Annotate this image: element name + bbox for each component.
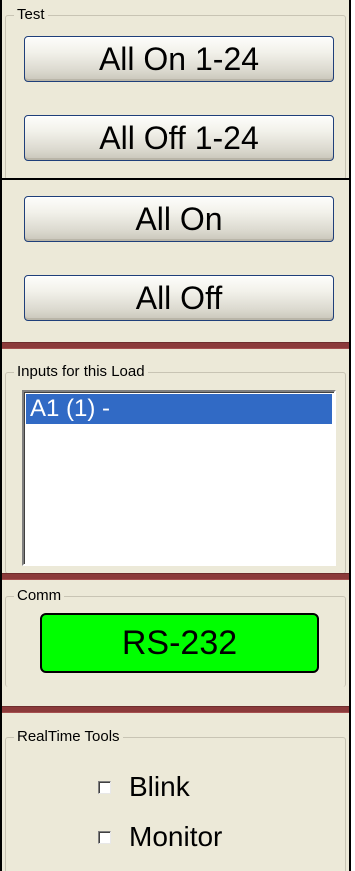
monitor-label: Monitor — [129, 821, 223, 852]
all-off-button[interactable]: All Off — [24, 275, 334, 321]
comm-group-legend: Comm — [14, 588, 65, 604]
section-divider — [2, 178, 349, 180]
control-panel: Test All On 1-24 All Off 1-24 All On All… — [0, 0, 351, 871]
monitor-checkbox-box[interactable] — [98, 830, 111, 844]
comm-status-button[interactable]: RS-232 — [40, 613, 319, 673]
test-group-legend: Test — [14, 7, 48, 23]
list-item-selected[interactable]: A1 (1) - — [26, 394, 332, 424]
blink-checkbox[interactable]: Blink — [98, 771, 190, 802]
section-separator — [2, 342, 349, 349]
all-off-1-24-button[interactable]: All Off 1-24 — [24, 115, 334, 161]
section-separator — [2, 573, 349, 580]
inputs-listbox[interactable]: A1 (1) - — [22, 390, 336, 566]
monitor-checkbox[interactable]: Monitor — [98, 821, 223, 852]
blink-label: Blink — [129, 771, 190, 802]
all-on-1-24-button[interactable]: All On 1-24 — [24, 36, 334, 82]
blink-checkbox-box[interactable] — [98, 780, 111, 794]
inputs-group-legend: Inputs for this Load — [14, 364, 148, 380]
realtime-tools-legend: RealTime Tools — [14, 729, 123, 745]
section-separator — [2, 706, 349, 713]
all-on-button[interactable]: All On — [24, 196, 334, 242]
